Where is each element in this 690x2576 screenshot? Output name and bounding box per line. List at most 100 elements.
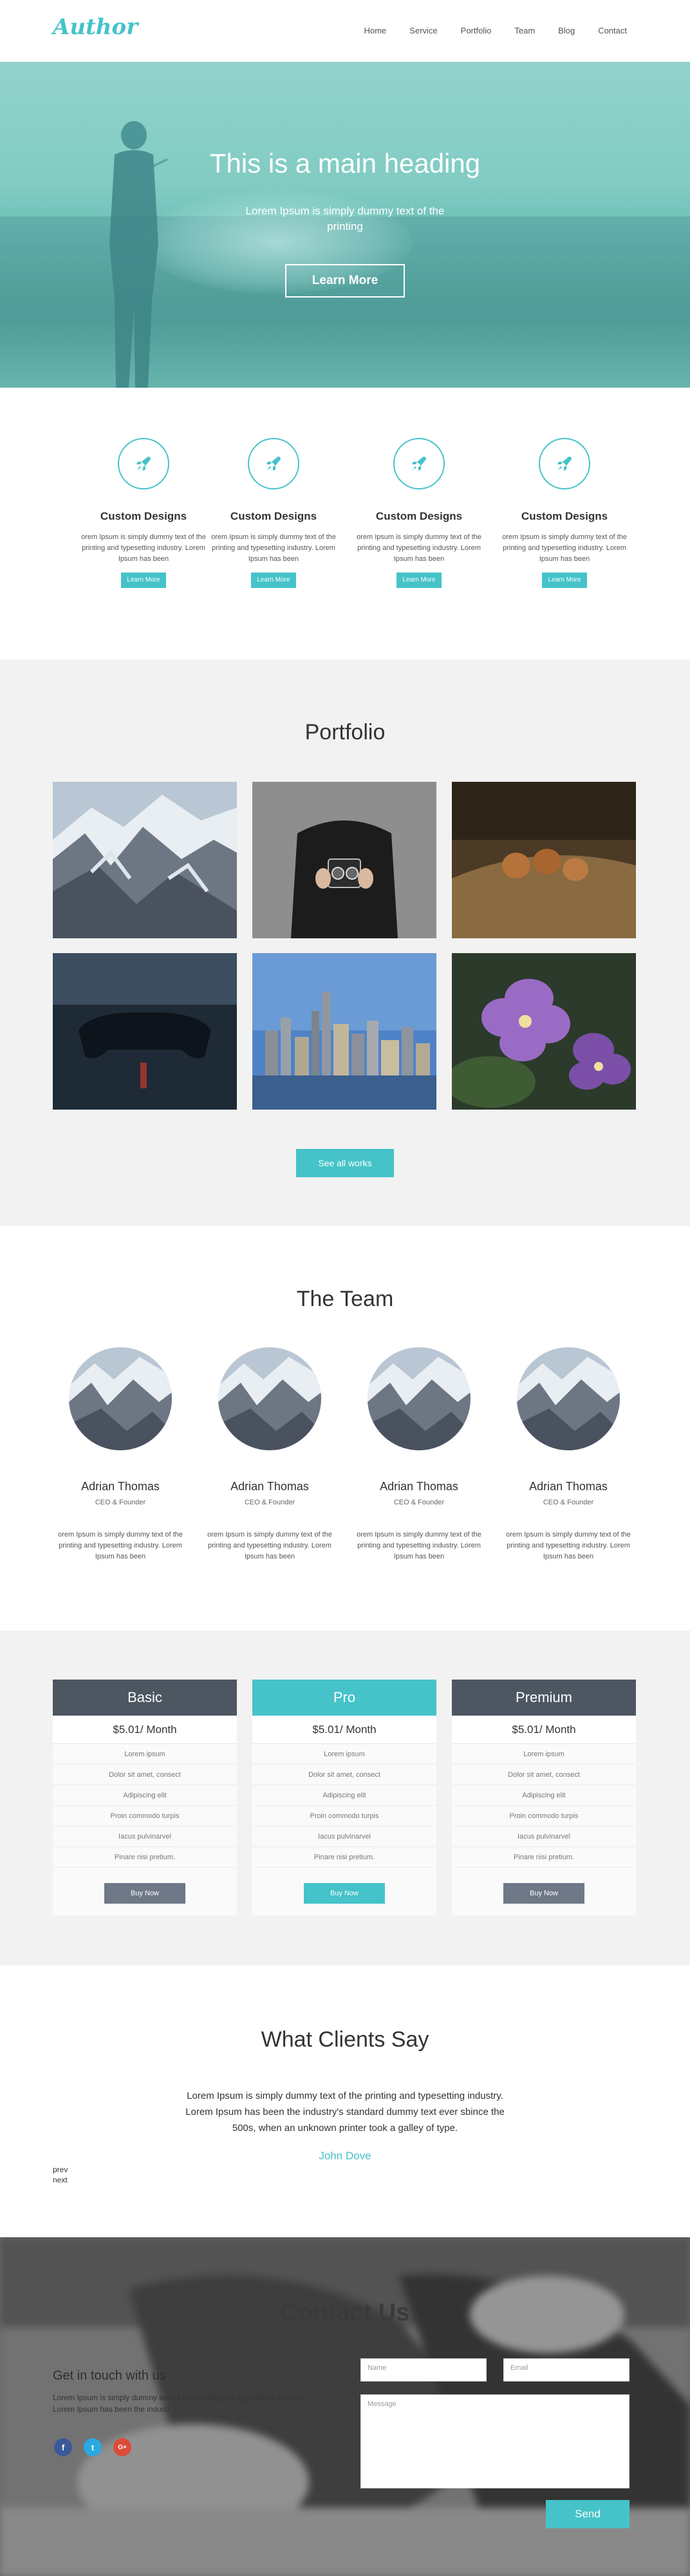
team-member: Adrian Thomas CEO & Founder orem Ipsum i… — [351, 1347, 487, 1562]
feature-card: Custom Designs orem Ipsum is simply dumm… — [351, 438, 487, 588]
nav-contact[interactable]: Contact — [598, 26, 627, 35]
plan-feature: Pinare nisi pretium. — [53, 1847, 237, 1868]
plan-name: Pro — [252, 1680, 436, 1716]
hero-subtitle: Lorem Ipsum is simply dummy text of the … — [245, 205, 445, 232]
team-member: Adrian Thomas CEO & Founder orem Ipsum i… — [53, 1347, 188, 1562]
plan-feature: Proin commodo turpis — [452, 1806, 636, 1826]
portfolio-item-flower[interactable] — [452, 953, 636, 1110]
plan-feature: Pinare nisi pretium. — [252, 1847, 436, 1868]
avatar — [368, 1347, 471, 1450]
feature-text: orem Ipsum is simply dummy text of the p… — [502, 533, 627, 563]
slider-next-link[interactable]: next — [53, 2175, 68, 2184]
pricing-plan-pro: Pro $5.01/ Month Lorem ipsum Dolor sit a… — [252, 1680, 436, 1915]
feature-text: orem Ipsum is simply dummy text of the p… — [357, 533, 481, 563]
site-header: Author Home Service Portfolio Team Blog … — [0, 0, 690, 62]
plan-feature: Lorem ipsum — [452, 1744, 636, 1765]
portfolio-section: Portfolio See all works — [0, 659, 690, 1226]
member-bio: orem Ipsum is simply dummy text of the p… — [207, 1531, 332, 1560]
member-name: Adrian Thomas — [380, 1480, 458, 1493]
feature-learn-more-button[interactable]: Learn More — [251, 573, 296, 588]
plan-feature: Lorem ipsum — [252, 1744, 436, 1765]
plan-feature: Adipiscing elit — [452, 1785, 636, 1806]
plan-feature: Proin commodo turpis — [252, 1806, 436, 1826]
hero-section: This is a main heading Lorem Ipsum is si… — [0, 62, 690, 388]
testimonials-section: What Clients Say Lorem Ipsum is simply d… — [0, 1965, 690, 2237]
nav-home[interactable]: Home — [364, 26, 387, 35]
contact-title: Contact Us — [280, 2299, 410, 2326]
member-role: CEO & Founder — [543, 1499, 594, 1506]
feature-card: Custom Designs orem Ipsum is simply dumm… — [497, 438, 632, 588]
portfolio-item-mountains[interactable] — [53, 782, 237, 938]
feature-title: Custom Designs — [521, 510, 608, 522]
contact-lead: Get in touch with us — [53, 2369, 166, 2383]
feature-card: Custom Designs orem Ipsum is simply dumm… — [76, 438, 211, 588]
feature-text: orem Ipsum is simply dummy text of the p… — [211, 533, 336, 563]
plan-feature: Dolor sit amet, consect — [452, 1765, 636, 1785]
buy-now-button[interactable]: Buy Now — [104, 1883, 185, 1904]
email-field[interactable]: Email — [503, 2358, 629, 2382]
member-bio: orem Ipsum is simply dummy text of the p… — [506, 1531, 631, 1560]
plan-feature: Pinare nisi pretium. — [452, 1847, 636, 1868]
portfolio-item-eggs[interactable] — [452, 782, 636, 938]
plan-feature: Dolor sit amet, consect — [252, 1765, 436, 1785]
message-field[interactable]: Message — [360, 2394, 629, 2488]
feature-learn-more-button[interactable]: Learn More — [542, 573, 587, 588]
google-plus-icon[interactable]: G+ — [113, 2438, 131, 2456]
twitter-icon[interactable]: t — [84, 2438, 102, 2456]
learn-more-button[interactable]: Learn More — [285, 264, 405, 298]
member-name: Adrian Thomas — [230, 1480, 309, 1493]
main-nav: Home Service Portfolio Team Blog Contact — [364, 26, 627, 35]
slider-prev-link[interactable]: prev — [53, 2165, 68, 2174]
see-all-works-button[interactable]: See all works — [296, 1149, 394, 1177]
rocket-icon — [118, 438, 169, 489]
testimonial-author: John Dove — [319, 2150, 371, 2162]
plan-feature: Adipiscing elit — [53, 1785, 237, 1806]
pricing-plan-premium: Premium $5.01/ Month Lorem ipsum Dolor s… — [452, 1680, 636, 1915]
portfolio-item-camera[interactable] — [252, 782, 436, 938]
member-name: Adrian Thomas — [81, 1480, 160, 1493]
plan-feature: Lorem ipsum — [53, 1744, 237, 1765]
member-name: Adrian Thomas — [529, 1480, 608, 1493]
plan-feature: Adipiscing elit — [252, 1785, 436, 1806]
pricing-plan-basic: Basic $5.01/ Month Lorem ipsum Dolor sit… — [53, 1680, 237, 1915]
facebook-icon[interactable]: f — [54, 2438, 72, 2456]
send-button[interactable]: Send — [546, 2500, 629, 2528]
plan-feature: Iacus pulvinarvel — [452, 1826, 636, 1847]
testimonials-title: What Clients Say — [261, 2027, 429, 2052]
portfolio-item-controller[interactable] — [53, 953, 237, 1110]
feature-card: Custom Designs orem Ipsum is simply dumm… — [206, 438, 341, 588]
member-role: CEO & Founder — [244, 1499, 295, 1506]
contact-section: Contact Us Get in touch with us Lorem Ip… — [0, 2237, 690, 2576]
team-title: The Team — [296, 1287, 394, 1311]
team-section: The Team Adrian Thomas CEO & Founder ore… — [0, 1226, 690, 1631]
nav-team[interactable]: Team — [514, 26, 535, 35]
plan-name: Basic — [53, 1680, 237, 1716]
team-member: Adrian Thomas CEO & Founder orem Ipsum i… — [501, 1347, 636, 1562]
buy-now-button[interactable]: Buy Now — [503, 1883, 584, 1904]
feature-learn-more-button[interactable]: Learn More — [121, 573, 166, 588]
rocket-icon — [539, 438, 590, 489]
hero-heading: This is a main heading — [209, 148, 481, 178]
contact-text: Lorem Ipsum is simply dummy text of the … — [53, 2393, 306, 2414]
plan-price: $5.01/ Month — [452, 1716, 636, 1744]
nav-blog[interactable]: Blog — [558, 26, 575, 35]
plan-name: Premium — [452, 1680, 636, 1716]
portfolio-title: Portfolio — [304, 720, 386, 744]
nav-service[interactable]: Service — [409, 26, 437, 35]
feature-text: orem Ipsum is simply dummy text of the p… — [81, 533, 206, 563]
plan-feature: Iacus pulvinarvel — [53, 1826, 237, 1847]
logo[interactable]: Author — [53, 14, 138, 40]
plan-price: $5.01/ Month — [252, 1716, 436, 1744]
plan-feature: Iacus pulvinarvel — [252, 1826, 436, 1847]
feature-learn-more-button[interactable]: Learn More — [396, 573, 442, 588]
nav-portfolio[interactable]: Portfolio — [461, 26, 492, 35]
features-section: Custom Designs orem Ipsum is simply dumm… — [0, 388, 690, 659]
feature-title: Custom Designs — [230, 510, 317, 522]
team-member: Adrian Thomas CEO & Founder orem Ipsum i… — [202, 1347, 337, 1562]
portfolio-item-city[interactable] — [252, 953, 436, 1110]
pricing-section: Basic $5.01/ Month Lorem ipsum Dolor sit… — [0, 1631, 690, 1965]
avatar — [218, 1347, 321, 1450]
member-role: CEO & Founder — [95, 1499, 146, 1506]
name-field[interactable]: Name — [360, 2358, 487, 2382]
buy-now-button[interactable]: Buy Now — [304, 1883, 385, 1904]
